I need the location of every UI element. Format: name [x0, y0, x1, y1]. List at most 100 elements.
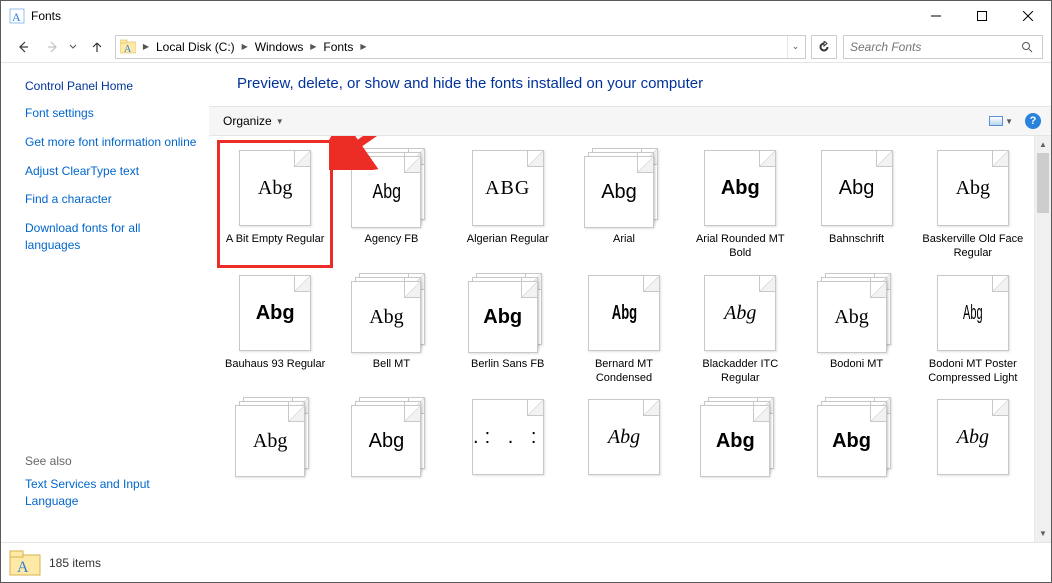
forward-button[interactable] — [39, 35, 67, 59]
font-item[interactable]: Abg Arial Rounded MT Bold — [682, 144, 798, 265]
breadcrumb-item[interactable]: Fonts — [319, 40, 357, 54]
chevron-right-icon[interactable]: ▶ — [357, 42, 369, 51]
font-label: A Bit Empty Regular — [226, 232, 324, 246]
search-input[interactable] — [850, 40, 1018, 54]
font-item[interactable]: Abg — [217, 393, 333, 485]
font-preview-icon: Abg — [933, 273, 1013, 353]
font-sample: Abg — [832, 431, 871, 451]
font-preview-icon: Abg — [700, 397, 780, 477]
main-content: Preview, delete, or show and hide the fo… — [209, 63, 1051, 542]
font-item[interactable]: Abg A Bit Empty Regular — [217, 144, 333, 265]
font-sample: Abg — [369, 431, 405, 451]
back-button[interactable] — [9, 35, 37, 59]
font-grid: Abg A Bit Empty Regular Abg Agency FB ABGAlg… — [209, 136, 1051, 493]
chevron-down-icon: ▼ — [276, 117, 284, 126]
sidebar-link-text-services[interactable]: Text Services and Input Language — [25, 476, 197, 510]
font-label: Arial Rounded MT Bold — [686, 232, 794, 261]
scroll-thumb[interactable] — [1037, 153, 1049, 213]
font-preview-icon: Abg — [700, 273, 780, 353]
font-label: Agency FB — [365, 232, 419, 246]
minimize-button[interactable] — [913, 1, 959, 31]
close-button[interactable] — [1005, 1, 1051, 31]
font-item[interactable]: AbgBell MT — [333, 269, 449, 390]
chevron-right-icon[interactable]: ▶ — [140, 42, 152, 51]
recent-dropdown[interactable] — [69, 40, 83, 54]
view-icon — [989, 116, 1003, 126]
font-sample: Abg — [253, 431, 287, 451]
font-sample: Abg — [721, 178, 760, 198]
search-icon[interactable] — [1018, 41, 1036, 53]
font-preview-icon: Abg — [468, 273, 548, 353]
font-item[interactable]: Abg — [333, 393, 449, 485]
control-panel-home-link[interactable]: Control Panel Home — [25, 79, 197, 93]
scroll-down-button[interactable]: ▼ — [1035, 525, 1051, 542]
font-label: Bodoni MT Poster Compressed Light — [919, 357, 1027, 386]
app-icon: A — [9, 8, 25, 24]
font-item[interactable]: AbgArial — [566, 144, 682, 265]
organize-button[interactable]: Organize ▼ — [219, 114, 288, 128]
font-preview-icon: Abg — [235, 397, 315, 477]
status-count: 185 items — [49, 556, 101, 570]
font-preview-icon: Abg — [235, 148, 315, 228]
font-preview-icon: Abg — [351, 148, 431, 228]
font-item[interactable]: Abg — [798, 393, 914, 485]
font-preview-icon: Abg — [817, 148, 897, 228]
font-sample: Abg — [834, 307, 868, 327]
breadcrumb-item[interactable]: Windows — [251, 40, 308, 54]
font-label: Bernard MT Condensed — [570, 357, 678, 386]
font-label: Baskerville Old Face Regular — [919, 232, 1027, 261]
font-item[interactable]: .: . : — [450, 393, 566, 485]
scroll-up-button[interactable]: ▲ — [1035, 136, 1051, 153]
font-sample: Abg — [256, 303, 295, 323]
breadcrumb-item[interactable]: Local Disk (C:) — [152, 40, 239, 54]
font-preview-icon: Abg — [933, 397, 1013, 477]
font-item[interactable]: AbgBahnschrift — [798, 144, 914, 265]
view-button[interactable]: ▼ — [989, 116, 1013, 126]
sidebar-link-more-info[interactable]: Get more font information online — [25, 134, 197, 151]
font-sample: Abg — [724, 303, 756, 323]
font-sample: ABG — [485, 178, 530, 198]
page-heading: Preview, delete, or show and hide the fo… — [209, 63, 1051, 106]
font-label: Blackadder ITC Regular — [686, 357, 794, 386]
sidebar-link-cleartype[interactable]: Adjust ClearType text — [25, 163, 197, 180]
font-label: Bodoni MT — [830, 357, 883, 371]
font-item[interactable]: Abg — [915, 393, 1031, 485]
font-item[interactable]: Abg Blackadder ITC Regular — [682, 269, 798, 390]
navbar: A ▶ Local Disk (C:) ▶ Windows ▶ Fonts ▶ … — [1, 31, 1051, 63]
maximize-button[interactable] — [959, 1, 1005, 31]
chevron-right-icon[interactable]: ▶ — [307, 42, 319, 51]
font-sample: Abg — [611, 303, 636, 323]
toolbar: Organize ▼ ▼ ? — [209, 106, 1051, 136]
sidebar-link-find-char[interactable]: Find a character — [25, 191, 197, 208]
font-item[interactable]: Abg — [682, 393, 798, 485]
svg-text:A: A — [12, 10, 21, 24]
vertical-scrollbar[interactable]: ▲ ▼ — [1034, 136, 1051, 542]
see-also-heading: See also — [25, 454, 197, 468]
font-item[interactable]: Abg Bodoni MT Poster Compressed Light — [915, 269, 1031, 390]
font-item[interactable]: Abg Bodoni MT — [798, 269, 914, 390]
font-preview-icon: Abg — [817, 273, 897, 353]
font-item[interactable]: AbgBerlin Sans FB — [450, 269, 566, 390]
font-sample: Abg — [369, 307, 403, 327]
font-item[interactable]: ABGAlgerian Regular — [450, 144, 566, 265]
font-item[interactable]: Abg — [566, 393, 682, 485]
address-bar[interactable]: A ▶ Local Disk (C:) ▶ Windows ▶ Fonts ▶ … — [115, 35, 806, 59]
chevron-right-icon[interactable]: ▶ — [239, 42, 251, 51]
sidebar-link-font-settings[interactable]: Font settings — [25, 105, 197, 122]
font-sample: Abg — [839, 178, 875, 198]
font-item[interactable]: AbgBauhaus 93 Regular — [217, 269, 333, 390]
font-label: Arial — [613, 232, 635, 246]
folder-icon: A — [9, 547, 41, 579]
font-sample: Abg — [608, 427, 640, 447]
font-item[interactable]: AbgBaskerville Old Face Regular — [915, 144, 1031, 265]
up-button[interactable] — [85, 35, 109, 59]
search-box[interactable] — [843, 35, 1043, 59]
font-item[interactable]: Abg Agency FB — [333, 144, 449, 265]
font-item[interactable]: Abg Bernard MT Condensed — [566, 269, 682, 390]
statusbar: A 185 items — [1, 542, 1051, 582]
font-preview-icon: Abg — [351, 273, 431, 353]
refresh-button[interactable] — [811, 35, 837, 59]
help-button[interactable]: ? — [1025, 113, 1041, 129]
sidebar-link-download-fonts[interactable]: Download fonts for all languages — [25, 220, 197, 254]
address-dropdown[interactable]: ⌄ — [787, 36, 803, 58]
